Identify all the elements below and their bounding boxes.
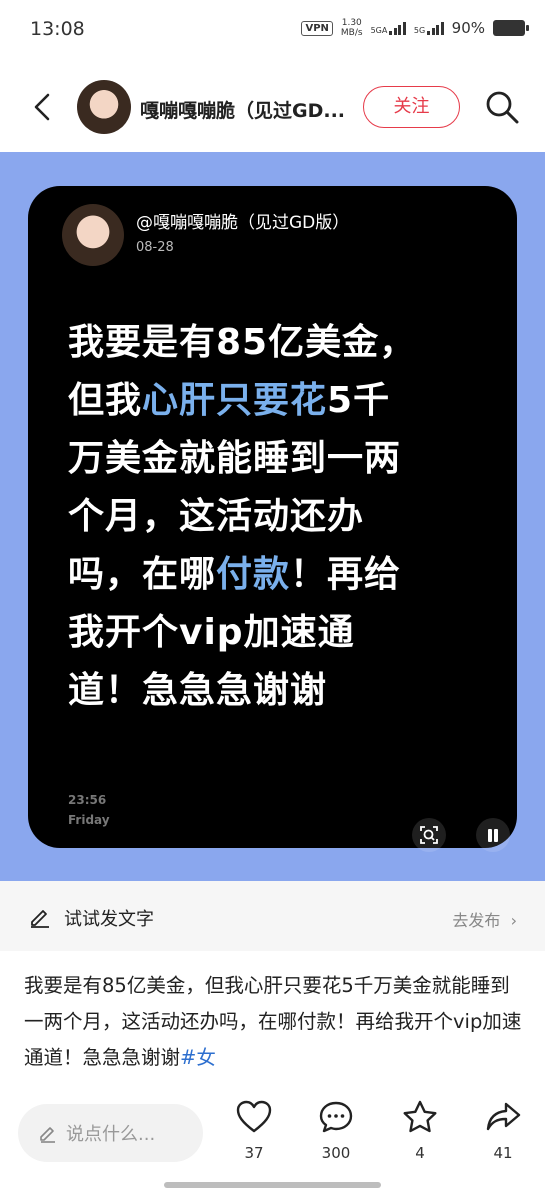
- comment-bubble-icon: [319, 1101, 353, 1133]
- hashtag-link[interactable]: #女: [180, 1046, 216, 1069]
- vpn-badge: VPN: [301, 20, 333, 36]
- home-indicator[interactable]: [164, 1182, 381, 1188]
- follow-button[interactable]: 关注: [363, 86, 460, 128]
- post-description: 我要是有85亿美金，但我心肝只要花5千万美金就能睡到一两个月，这活动还办吗，在哪…: [24, 968, 524, 1094]
- card-text-line: 万美金就能睡到一两: [68, 438, 402, 479]
- post-image-card: @嘎嘣嘎嘣脆（见过GD版） 08-28 我要是有85亿美金， 但我心肝只要花5千…: [28, 186, 517, 852]
- card-text-highlight: 付款: [216, 554, 291, 595]
- card-text-segment: 但我: [68, 380, 143, 421]
- comment-placeholder: 说点什么...: [66, 1124, 156, 1145]
- card-text: 我要是有85亿美金， 但我心肝只要花5千 万美金就能睡到一两 个月，这活动还办 …: [68, 314, 488, 720]
- like-button[interactable]: 37: [224, 1100, 284, 1162]
- card-clock: 23:56 Friday: [68, 790, 110, 830]
- network-speed: 1.30 MB/s: [341, 18, 363, 38]
- battery-icon: [493, 20, 529, 36]
- comment-button[interactable]: 300: [306, 1100, 366, 1162]
- chevron-right-icon: ›: [505, 911, 517, 930]
- signal-5g-icon: 5G: [413, 21, 444, 35]
- card-date: 08-28: [136, 240, 174, 255]
- author-name[interactable]: 嘎嘣嘎嘣脆（见过GD...: [140, 96, 355, 123]
- speed-unit: MB/s: [340, 28, 363, 38]
- share-arrow-icon: [486, 1102, 521, 1131]
- status-bar: 13:08 VPN 1.30 MB/s 5GA 5G 90%: [0, 0, 545, 62]
- share-button[interactable]: 41: [473, 1100, 533, 1162]
- author-avatar[interactable]: [77, 80, 131, 134]
- share-count: 41: [493, 1144, 513, 1162]
- try-post-text-row[interactable]: 试试发文字 去发布 ›: [0, 881, 545, 951]
- post-media[interactable]: @嘎嘣嘎嘣脆（见过GD版） 08-28 我要是有85亿美金， 但我心肝只要花5千…: [0, 152, 545, 881]
- signal-5ga-icon: 5GA: [370, 21, 406, 35]
- pause-icon[interactable]: [476, 818, 510, 852]
- collect-count: 4: [415, 1144, 425, 1162]
- try-post-label: 试试发文字: [64, 909, 154, 930]
- pen-icon: [31, 910, 49, 928]
- card-text-highlight: 心肝只要花: [142, 380, 328, 421]
- card-text-line: 道！急急急谢谢: [68, 670, 328, 711]
- card-text-segment: 吗，在哪: [68, 554, 217, 595]
- card-handle: @嘎嘣嘎嘣脆（见过GD版）: [136, 213, 350, 233]
- comment-input[interactable]: 说点什么...: [18, 1104, 203, 1162]
- signal-5g-label: 5G: [413, 25, 426, 35]
- card-text-line: 个月，这活动还办: [68, 496, 365, 537]
- image-search-icon[interactable]: [412, 818, 446, 852]
- search-icon[interactable]: [484, 89, 520, 125]
- speed-value: 1.30: [341, 18, 362, 28]
- card-text-segment: ！再给: [290, 554, 402, 595]
- back-arrow-icon[interactable]: [28, 92, 58, 122]
- card-text-line: 我要是有85亿美金，: [68, 322, 417, 363]
- go-publish-link[interactable]: 去发布 ›: [452, 907, 517, 931]
- battery-percent: 90%: [451, 19, 485, 37]
- pencil-icon: [40, 1127, 55, 1143]
- card-avatar: [62, 204, 124, 266]
- card-clock-time: 23:56: [68, 793, 107, 807]
- card-text-segment: 5千: [327, 380, 391, 421]
- bottom-action-bar: 说点什么... 37 300 4 41: [0, 1094, 545, 1199]
- post-header: 嘎嘣嘎嘣脆（见过GD... 关注: [0, 62, 545, 152]
- card-clock-day: Friday: [68, 813, 110, 827]
- star-icon: [403, 1100, 437, 1133]
- status-time: 13:08: [30, 18, 85, 40]
- card-text-line: 我开个vip加速通: [68, 612, 355, 653]
- signal-5ga-label: 5GA: [370, 25, 388, 35]
- status-icons: VPN 1.30 MB/s 5GA 5G 90%: [301, 18, 529, 38]
- like-count: 37: [244, 1144, 264, 1162]
- comment-count: 300: [321, 1144, 351, 1162]
- collect-button[interactable]: 4: [390, 1100, 450, 1162]
- heart-icon: [236, 1100, 272, 1133]
- description-text: 我要是有85亿美金，但我心肝只要花5千万美金就能睡到一两个月，这活动还办吗，在哪…: [24, 974, 522, 1069]
- go-publish-label: 去发布: [452, 911, 501, 930]
